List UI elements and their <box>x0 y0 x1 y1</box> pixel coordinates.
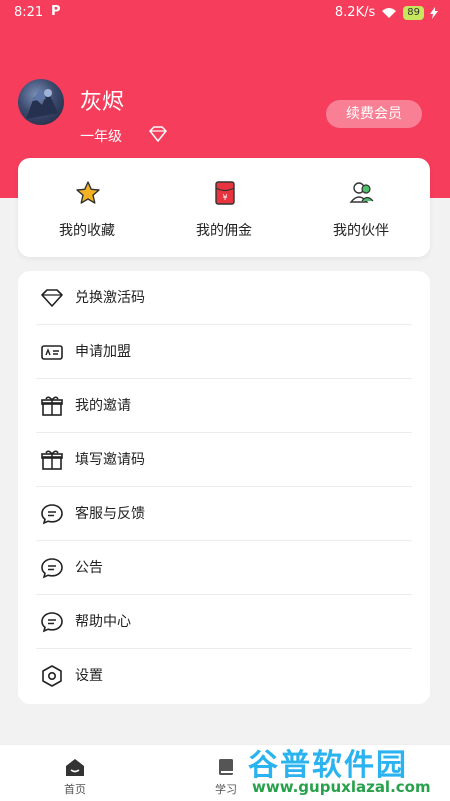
wifi-icon <box>382 7 397 18</box>
menu-item-settings[interactable]: 设置 <box>18 649 430 703</box>
red-envelope-icon: ¥ <box>215 181 235 205</box>
menu-label: 申请加盟 <box>75 344 131 360</box>
menu-item-enter-invite-code[interactable]: 填写邀请码 <box>18 433 430 487</box>
menu-item-redeem-code[interactable]: 兑换激活码 <box>18 271 430 325</box>
renew-membership-button[interactable]: 续费会员 <box>326 100 422 128</box>
app-notification-icon: P <box>51 4 61 19</box>
status-bar: 8:21 P 8.2K/s 89 <box>0 0 450 26</box>
charging-icon <box>430 6 438 19</box>
diamond-icon <box>41 289 63 307</box>
user-name: 灰烬 <box>80 90 125 115</box>
user-grade: 一年级 <box>80 129 122 145</box>
menu-item-apply-franchise[interactable]: 申请加盟 <box>18 325 430 379</box>
menu-label: 设置 <box>75 668 103 684</box>
home-icon <box>66 759 84 776</box>
network-speed: 8.2K/s <box>334 5 376 20</box>
menu-label: 兑换激活码 <box>75 290 145 306</box>
battery-indicator: 89 <box>403 5 424 20</box>
vip-diamond-icon <box>149 126 167 142</box>
favorites-entry[interactable]: 我的收藏 <box>18 158 156 257</box>
partners-label: 我的伙伴 <box>333 223 389 239</box>
nav-home[interactable]: 首页 <box>35 745 115 801</box>
menu-label: 客服与反馈 <box>75 506 145 522</box>
id-card-icon <box>41 345 63 360</box>
chat-icon <box>41 558 63 579</box>
menu-label: 填写邀请码 <box>75 452 145 468</box>
status-right: 8.2K/s 89 <box>335 5 438 20</box>
star-icon <box>76 181 100 204</box>
svg-text:¥: ¥ <box>222 193 227 202</box>
book-icon <box>219 759 233 775</box>
watermark: 谷普软件园 www.gupuxlazal.com <box>248 740 450 800</box>
gift-icon <box>41 450 63 470</box>
menu-item-help-center[interactable]: 帮助中心 <box>18 595 430 649</box>
commission-entry[interactable]: ¥ 我的佣金 <box>155 158 293 257</box>
watermark-url: www.gupuxlazal.com <box>252 778 431 796</box>
menu-item-my-invites[interactable]: 我的邀请 <box>18 379 430 433</box>
menu-item-announcements[interactable]: 公告 <box>18 541 430 595</box>
menu-list: 兑换激活码 申请加盟 我的邀请 填写邀请码 客服与反馈 公告 帮助中心 设置 <box>18 271 430 704</box>
commission-label: 我的佣金 <box>196 223 252 239</box>
menu-label: 帮助中心 <box>75 614 131 630</box>
chat-icon <box>41 504 63 525</box>
partners-icon <box>349 182 374 203</box>
chat-icon <box>41 612 63 633</box>
avatar[interactable] <box>18 79 64 125</box>
menu-label: 我的邀请 <box>75 398 131 414</box>
gift-icon <box>41 396 63 416</box>
menu-item-support-feedback[interactable]: 客服与反馈 <box>18 487 430 541</box>
hexagon-settings-icon <box>42 665 62 687</box>
status-time: 8:21 <box>14 5 44 20</box>
nav-home-label: 首页 <box>64 783 86 796</box>
favorites-label: 我的收藏 <box>59 223 115 239</box>
menu-label: 公告 <box>75 560 103 576</box>
stats-card: 我的收藏 ¥ 我的佣金 我的伙伴 <box>18 158 430 257</box>
partners-entry[interactable]: 我的伙伴 <box>292 158 430 257</box>
